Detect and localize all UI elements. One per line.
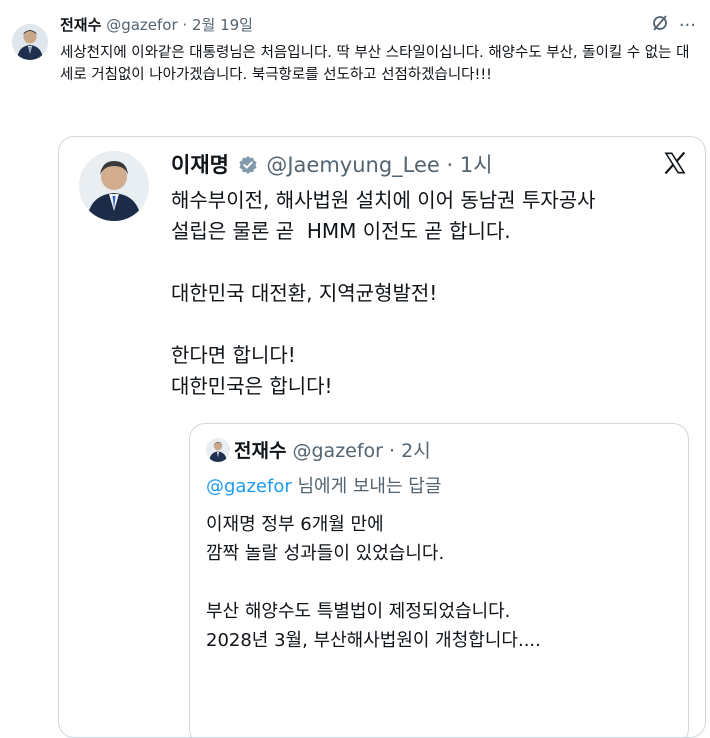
x-logo-icon[interactable] xyxy=(661,149,689,177)
avatar[interactable] xyxy=(206,438,230,462)
post-time[interactable]: 2시 xyxy=(401,440,431,462)
avatar[interactable] xyxy=(79,151,149,221)
quoted-tweet-text: 해수부이전, 해사법원 설치에 이어 동남권 투자공사 설립은 물론 곧 HMM… xyxy=(171,188,596,398)
reply-context: @gazefor 님에게 보내는 답글 xyxy=(206,472,441,498)
author-handle[interactable]: @gazefor xyxy=(293,440,384,462)
tweet[interactable]: 전재수 @gazefor · 2월 19일 ··· 세상천지에 이와같은 대통령… xyxy=(0,0,710,738)
separator: · xyxy=(389,440,396,462)
avatar[interactable] xyxy=(12,24,48,60)
author-name[interactable]: 전재수 xyxy=(234,440,286,462)
nested-tweet-header: 전재수 @gazefor · 2시 xyxy=(234,436,431,463)
reply-mention-link[interactable]: @gazefor xyxy=(206,476,292,497)
reply-suffix: 님에게 보내는 답글 xyxy=(291,476,442,497)
separator: · xyxy=(182,16,188,34)
author-name[interactable]: 이재명 xyxy=(171,153,229,177)
quoted-tweet[interactable]: 이재명 @Jaemyung_Lee · 1시 해수부이전, 해사법원 설치에 이… xyxy=(58,136,706,738)
grok-icon[interactable] xyxy=(651,14,669,37)
header-actions: ··· xyxy=(651,14,696,37)
quoted-tweet-header: 이재명 @Jaemyung_Lee · 1시 xyxy=(171,149,685,179)
verified-badge-icon xyxy=(239,156,257,174)
author-name[interactable]: 전재수 xyxy=(60,16,101,34)
author-handle[interactable]: @gazefor xyxy=(106,16,177,34)
tweet-text: 세상천지에 이와같은 대통령님은 처음입니다. 딱 부산 스타일이십니다. 해양… xyxy=(60,45,690,83)
more-icon[interactable]: ··· xyxy=(679,15,696,36)
post-time[interactable]: 1시 xyxy=(460,153,493,177)
nested-tweet-text: 이재명 정부 6개월 만에 깜짝 놀랄 성과들이 있었습니다. 부산 해양수도 … xyxy=(206,514,541,651)
author-handle[interactable]: @Jaemyung_Lee xyxy=(266,153,440,177)
nested-quoted-tweet[interactable]: 전재수 @gazefor · 2시 @gazefor 님에게 보내는 답글 이재… xyxy=(189,423,689,737)
post-date[interactable]: 2월 19일 xyxy=(192,16,253,34)
tweet-header: 전재수 @gazefor · 2월 19일 ··· xyxy=(60,14,696,40)
separator: · xyxy=(446,153,454,177)
